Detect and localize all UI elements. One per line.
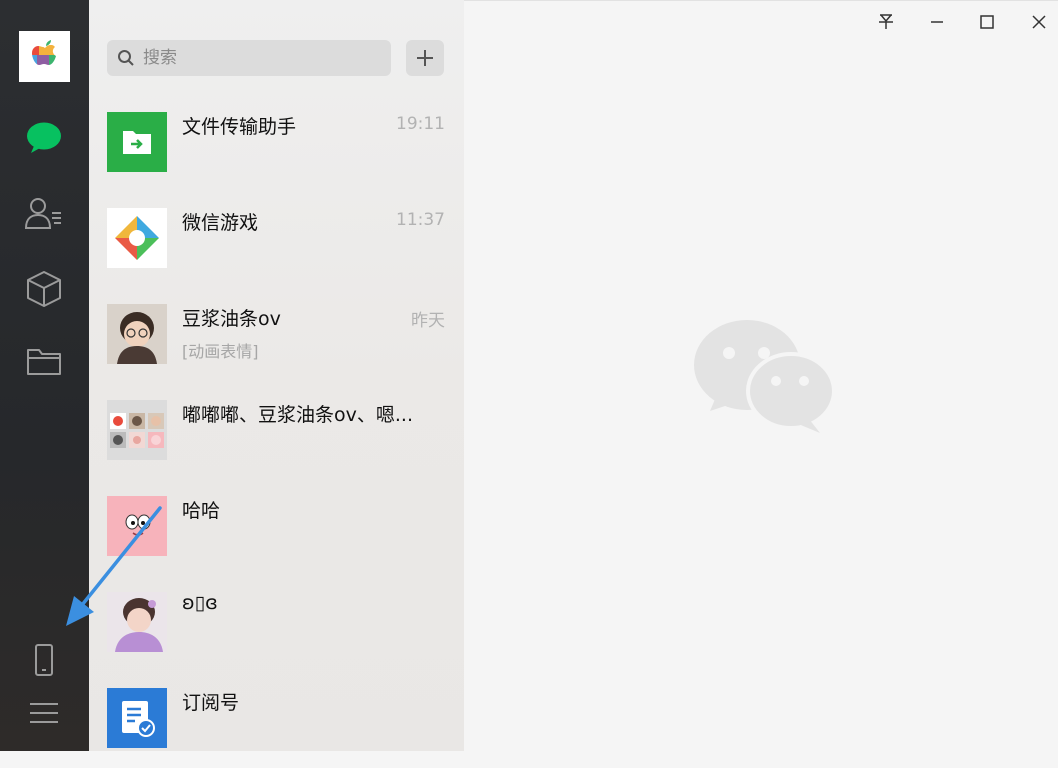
subscriptions-avatar bbox=[107, 688, 167, 748]
search-input[interactable] bbox=[141, 47, 375, 69]
phone-icon bbox=[35, 644, 53, 676]
chat-list-panel: 文件传输助手 19:11 微信游戏 11:37 豆浆 bbox=[89, 0, 464, 751]
main-panel bbox=[464, 0, 1058, 752]
nav-phone[interactable] bbox=[23, 639, 65, 681]
minimize-icon bbox=[931, 21, 943, 23]
search-box[interactable] bbox=[107, 40, 391, 76]
wechat-logo-watermark-icon bbox=[694, 320, 836, 433]
search-icon bbox=[115, 47, 137, 69]
apple-logo-icon bbox=[31, 39, 56, 65]
chat-name: ʚ▯ɞ bbox=[182, 592, 218, 614]
annotation-arrow-icon bbox=[66, 506, 162, 626]
chat-preview: [动画表情] bbox=[182, 342, 259, 361]
chat-item-group[interactable]: 嘟嘟嘟、豆浆油条ov、嗯... bbox=[89, 384, 464, 480]
contacts-icon bbox=[24, 198, 61, 229]
nav-files[interactable] bbox=[23, 340, 65, 382]
chat-name: 豆浆油条ov bbox=[182, 308, 281, 330]
chat-name: 哈哈 bbox=[182, 500, 221, 522]
nav-favorites[interactable] bbox=[23, 268, 65, 310]
chat-time: 19:11 bbox=[396, 114, 445, 134]
nav-menu[interactable] bbox=[23, 692, 65, 734]
minimize-button[interactable] bbox=[920, 7, 954, 37]
chat-time: 昨天 bbox=[411, 311, 445, 331]
doujiang-avatar bbox=[107, 304, 167, 364]
group-grid-icon bbox=[107, 400, 167, 460]
chat-item-subscriptions[interactable]: 订阅号 bbox=[89, 672, 464, 768]
chat-bubble-icon bbox=[27, 122, 61, 153]
chat-item-file-transfer[interactable]: 文件传输助手 19:11 bbox=[89, 96, 464, 192]
chat-item-wechat-games[interactable]: 微信游戏 11:37 bbox=[89, 192, 464, 288]
file-transfer-avatar bbox=[107, 112, 167, 172]
maximize-button[interactable] bbox=[970, 7, 1004, 37]
user-avatar[interactable] bbox=[19, 31, 70, 82]
child-photo-icon bbox=[107, 304, 167, 364]
plus-icon bbox=[417, 50, 433, 66]
game-logo-icon bbox=[115, 216, 159, 260]
close-icon bbox=[1032, 15, 1046, 29]
group-avatar bbox=[107, 400, 167, 460]
add-button[interactable] bbox=[406, 40, 444, 76]
folder-arrow-icon bbox=[123, 131, 151, 154]
maximize-icon bbox=[980, 15, 994, 29]
chat-name: 订阅号 bbox=[182, 692, 240, 714]
chat-name: 微信游戏 bbox=[182, 212, 259, 234]
left-sidebar bbox=[0, 0, 89, 751]
subscription-doc-icon bbox=[122, 701, 155, 737]
close-button[interactable] bbox=[1022, 7, 1056, 37]
cube-icon bbox=[27, 271, 61, 307]
nav-chat[interactable] bbox=[23, 117, 65, 159]
pin-icon bbox=[879, 14, 893, 29]
folder-icon bbox=[27, 349, 61, 375]
nav-contacts[interactable] bbox=[23, 192, 65, 234]
menu-icon bbox=[30, 703, 58, 723]
wechat-games-avatar bbox=[107, 208, 167, 268]
chat-item-doujiang[interactable]: 豆浆油条ov 昨天 [动画表情] bbox=[89, 288, 464, 384]
chat-name: 嘟嘟嘟、豆浆油条ov、嗯... bbox=[182, 404, 413, 426]
chat-time: 11:37 bbox=[396, 210, 445, 230]
pin-button[interactable] bbox=[869, 7, 903, 37]
chat-name: 文件传输助手 bbox=[182, 116, 297, 138]
